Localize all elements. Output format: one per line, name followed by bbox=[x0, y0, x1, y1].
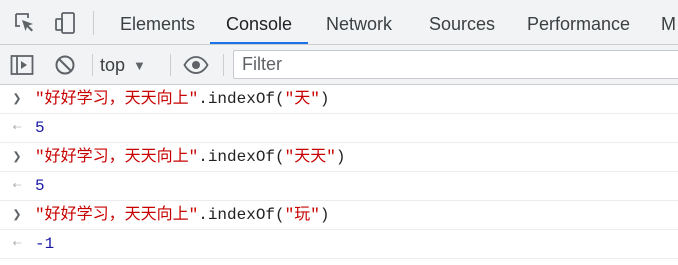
toolbar-divider bbox=[170, 54, 171, 76]
tab-console[interactable]: Console bbox=[210, 0, 309, 44]
string-literal: "好好学习，天天向上" bbox=[35, 90, 199, 108]
inspect-element-icon[interactable] bbox=[12, 10, 38, 36]
tab-network[interactable]: Network bbox=[326, 0, 392, 44]
method-call: .indexOf( bbox=[198, 206, 285, 224]
context-selector-value: top bbox=[100, 54, 126, 75]
method-argument: "天" bbox=[284, 90, 320, 108]
tab-performance[interactable]: Performance bbox=[527, 0, 630, 44]
context-selector[interactable]: top ▼ bbox=[100, 51, 146, 79]
console-command[interactable]: "好好学习，天天向上".indexOf("天天") bbox=[35, 143, 345, 172]
show-sidebar-icon[interactable] bbox=[9, 52, 35, 78]
tab-sources[interactable]: Sources bbox=[429, 0, 495, 44]
console-result-row: ⇠ 5 bbox=[0, 114, 678, 143]
input-chevron-icon: ❯ bbox=[12, 91, 22, 108]
method-argument: "天天" bbox=[284, 148, 336, 166]
device-toolbar-icon[interactable] bbox=[52, 10, 78, 36]
console-command[interactable]: "好好学习，天天向上".indexOf("玩") bbox=[35, 201, 329, 230]
method-argument: "玩" bbox=[284, 206, 320, 224]
result-value[interactable]: -1 bbox=[35, 230, 54, 259]
console-messages: ❯ "好好学习，天天向上".indexOf("天") ⇠ 5 ❯ "好好学习，天… bbox=[0, 85, 678, 259]
live-expression-icon[interactable] bbox=[183, 52, 209, 78]
close-paren: ) bbox=[319, 90, 330, 108]
input-chevron-icon: ❯ bbox=[12, 149, 22, 166]
output-arrow-icon: ⇠ bbox=[12, 120, 22, 136]
output-arrow-icon: ⇠ bbox=[12, 236, 22, 252]
console-command[interactable]: "好好学习，天天向上".indexOf("天") bbox=[35, 85, 329, 114]
console-result-row: ⇠ -1 bbox=[0, 230, 678, 259]
devtools-window: Elements Console Network Sources Perform… bbox=[0, 0, 678, 265]
toolbar-divider bbox=[92, 54, 93, 76]
tab-memory-truncated[interactable]: M bbox=[661, 0, 676, 44]
method-call: .indexOf( bbox=[198, 148, 285, 166]
close-paren: ) bbox=[319, 206, 330, 224]
toolbar-divider bbox=[223, 54, 224, 76]
console-input-row: ❯ "好好学习，天天向上".indexOf("天") bbox=[0, 85, 678, 114]
clear-console-icon[interactable] bbox=[52, 52, 78, 78]
toolbar-divider bbox=[93, 11, 94, 35]
filter-input[interactable] bbox=[233, 50, 678, 79]
devtools-tab-bar: Elements Console Network Sources Perform… bbox=[0, 0, 678, 45]
dropdown-triangle-icon: ▼ bbox=[133, 57, 146, 73]
tab-elements[interactable]: Elements bbox=[120, 0, 195, 44]
console-input-row: ❯ "好好学习，天天向上".indexOf("天天") bbox=[0, 143, 678, 172]
console-input-row: ❯ "好好学习，天天向上".indexOf("玩") bbox=[0, 201, 678, 230]
result-value[interactable]: 5 bbox=[35, 114, 45, 143]
string-literal: "好好学习，天天向上" bbox=[35, 148, 199, 166]
result-value[interactable]: 5 bbox=[35, 172, 45, 201]
method-call: .indexOf( bbox=[198, 90, 285, 108]
string-literal: "好好学习，天天向上" bbox=[35, 206, 199, 224]
input-chevron-icon: ❯ bbox=[12, 207, 22, 224]
console-toolbar: top ▼ bbox=[0, 45, 678, 85]
output-arrow-icon: ⇠ bbox=[12, 178, 22, 194]
console-result-row: ⇠ 5 bbox=[0, 172, 678, 201]
close-paren: ) bbox=[335, 148, 346, 166]
